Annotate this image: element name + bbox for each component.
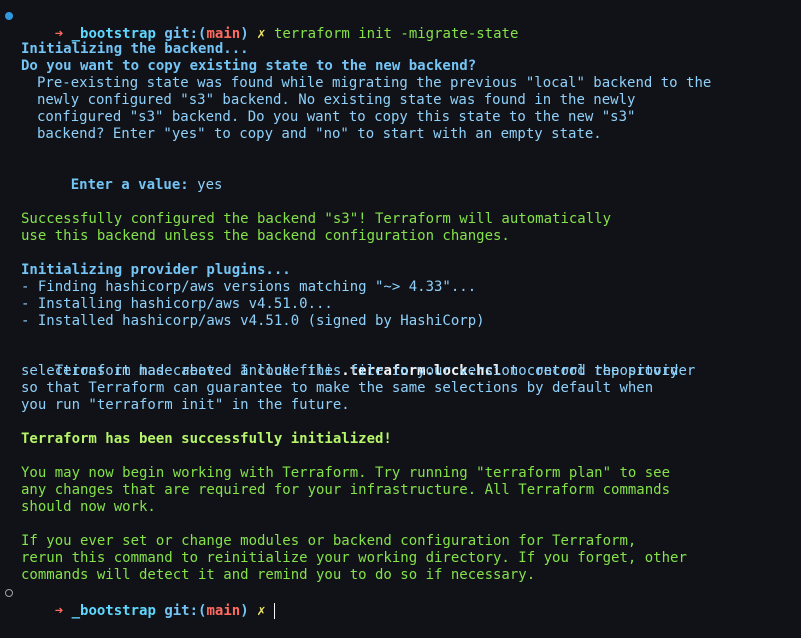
reinit-line: rerun this command to reinitialize your …	[21, 550, 687, 566]
backend-success-line: use this backend unless the backend conf…	[21, 228, 510, 244]
status-dot-hollow-icon	[5, 589, 13, 597]
provider-item: - Installed hashicorp/aws v4.51.0 (signe…	[21, 313, 485, 329]
enter-value-label: Enter a value:	[70, 177, 189, 193]
lockfile-line: Terraform has created a lock file .terra…	[54, 363, 696, 379]
prompt-arrow-icon: ➜	[54, 26, 64, 42]
backend-body-line: newly configured "s3" backend. No existi…	[37, 92, 636, 108]
backend-question: Do you want to copy existing state to th…	[21, 58, 477, 74]
next-steps-line: You may now begin working with Terraform…	[21, 465, 671, 481]
text-cursor[interactable]	[273, 603, 275, 619]
prompt-git-label: git:	[164, 603, 199, 619]
init-success-heading: Terraform has been successfully initiali…	[21, 431, 392, 447]
prompt-directory: _bootstrap	[71, 603, 156, 619]
backend-body-line: backend? Enter "yes" to copy and "no" to…	[37, 126, 602, 142]
prompt-line-bottom[interactable]: ➜ _bootstrap git:(main) ✗	[21, 584, 275, 619]
providers-heading: Initializing provider plugins...	[21, 262, 291, 278]
next-steps-line: any changes that are required for your i…	[21, 482, 671, 498]
prompt-git-label: git:	[164, 26, 199, 42]
backend-body-line: Pre-existing state was found while migra…	[37, 75, 712, 91]
reinit-line: commands will detect it and remind you t…	[21, 567, 536, 583]
backend-heading: Initializing the backend...	[21, 41, 249, 57]
prompt-line-top: ➜ _bootstrap git:(main) ✗ terraform init…	[54, 26, 519, 42]
prompt-arrow-icon: ➜	[54, 603, 64, 619]
terminal-window[interactable]: ➜ _bootstrap git:(main) ✗ terraform init…	[0, 0, 801, 619]
backend-body-line: configured "s3" backend. Do you want to …	[37, 109, 636, 125]
lockfile-line: so that Terraform can guarantee to make …	[21, 380, 654, 396]
next-steps-line: should now work.	[21, 499, 156, 515]
reinit-line: If you ever set or change modules or bac…	[21, 533, 637, 549]
lockfile-line: selections it made above. Include this f…	[21, 363, 679, 379]
backend-success-line: Successfully configured the backend "s3"…	[21, 211, 612, 227]
prompt-dirty-mark-icon: ✗	[257, 26, 266, 42]
provider-item: - Installing hashicorp/aws v4.51.0...	[21, 296, 333, 312]
prompt-directory: _bootstrap	[71, 26, 156, 42]
lockfile-line: you run "terraform init" in the future.	[21, 397, 350, 413]
prompt-branch: main	[206, 603, 241, 619]
prompt-branch: main	[206, 26, 241, 42]
prompt-command: terraform init -migrate-state	[273, 26, 519, 42]
enter-value-answer: yes	[197, 177, 223, 193]
enter-value-line: Enter a value: yes	[37, 160, 223, 193]
status-dot-icon	[5, 12, 13, 20]
prompt-dirty-mark-icon: ✗	[257, 603, 266, 619]
provider-item: - Finding hashicorp/aws versions matchin…	[21, 279, 477, 295]
